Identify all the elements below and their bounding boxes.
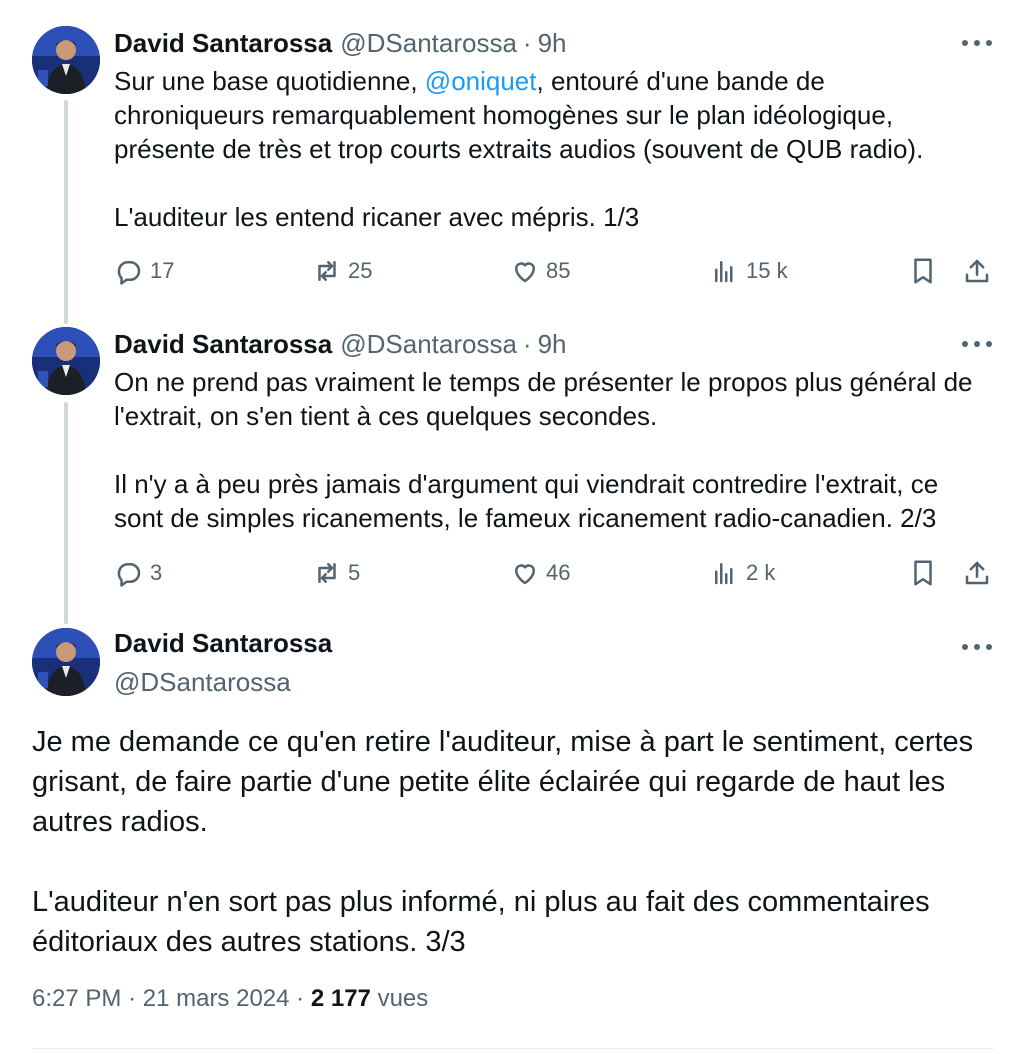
views-button[interactable]: 2 k (710, 556, 775, 590)
tweet-header: David Santarossa @DSantarossa (114, 628, 332, 698)
reply-count: 3 (150, 560, 163, 585)
reply-icon (117, 261, 141, 285)
reply-button[interactable]: 3 (114, 556, 162, 590)
separator: · (522, 27, 532, 58)
tweet-header: David Santarossa @DSantarossa · 9h (114, 26, 986, 60)
reply-count: 17 (150, 258, 175, 283)
views-total: 2 177 (310, 985, 371, 1012)
retweet-count: 5 (348, 560, 361, 585)
mention-link[interactable]: @oniquet (425, 66, 537, 96)
post-time[interactable]: 6:27 PM (32, 985, 121, 1012)
text-line: Je me demande ce qu'en retire l'auditeur… (32, 726, 974, 758)
separator: · (522, 328, 532, 359)
author-name[interactable]: David Santarossa (114, 628, 332, 659)
retweet-button[interactable]: 5 (312, 556, 360, 590)
retweet-count: 25 (348, 258, 373, 283)
views-icon (715, 261, 733, 283)
bookmark-button[interactable] (908, 556, 938, 590)
text-line: On ne prend pas vraiment le temps de pré… (114, 367, 973, 397)
tweet-text: Sur une base quotidienne, @oniquet, ento… (114, 64, 996, 234)
text-line: chroniqueurs remarquablement homogènes s… (114, 100, 894, 130)
like-count: 85 (546, 258, 571, 283)
text-line: L'auditeur les entend ricaner avec mépri… (114, 202, 640, 232)
share-icon (965, 561, 989, 585)
author-name[interactable]: David Santarossa (114, 329, 332, 360)
text-line: autres radios. (32, 806, 208, 838)
thread-line (64, 100, 68, 324)
views-button[interactable]: 15 k (710, 254, 788, 288)
retweet-button[interactable]: 25 (312, 254, 372, 288)
more-icon[interactable] (962, 337, 992, 351)
avatar[interactable] (32, 327, 100, 395)
text-line: L'auditeur n'en sort pas plus informé, n… (32, 886, 930, 918)
timestamp[interactable]: 9h (538, 329, 567, 360)
like-button[interactable]: 85 (510, 254, 570, 288)
like-button[interactable]: 46 (510, 556, 570, 590)
views-label: vues (377, 985, 429, 1012)
thread-line (64, 402, 68, 624)
tweet-header: David Santarossa @DSantarossa · 9h (114, 327, 986, 361)
tweet-meta: 6:27 PM · 21 mars 2024 · 2 177 vues (32, 985, 428, 1013)
views-count: 15 k (746, 258, 788, 283)
text-line: présente de très et trop courts extraits… (114, 134, 924, 164)
reply-button[interactable]: 17 (114, 254, 174, 288)
text-line: éditoriaux des autres stations. 3/3 (32, 926, 466, 958)
share-button[interactable] (962, 556, 992, 590)
action-bar: 3 5 46 2 k (114, 556, 996, 590)
share-button[interactable] (962, 254, 992, 288)
more-icon[interactable] (962, 640, 992, 654)
timestamp[interactable]: 9h (538, 28, 567, 59)
bookmark-button[interactable] (908, 254, 938, 288)
tweet-text: On ne prend pas vraiment le temps de pré… (114, 365, 996, 535)
separator: · (128, 985, 137, 1012)
avatar[interactable] (32, 628, 100, 696)
bookmark-icon (914, 560, 932, 586)
author-handle[interactable]: @DSantarossa (340, 329, 517, 360)
like-icon (515, 262, 535, 283)
text-line: l'extrait, on s'en tient à ces quelques … (114, 401, 658, 431)
retweet-icon (318, 261, 336, 281)
text-line: Sur une base quotidienne, @oniquet, ento… (114, 66, 825, 96)
avatar[interactable] (32, 26, 100, 94)
more-icon[interactable] (962, 36, 992, 50)
like-count: 46 (546, 560, 571, 585)
share-icon (965, 259, 989, 283)
action-bar: 17 25 85 15 k (114, 254, 996, 288)
text-line: sont de simples ricanements, le fameux r… (114, 503, 937, 533)
views-icon (715, 563, 733, 585)
like-icon (515, 564, 535, 585)
reply-icon (117, 563, 141, 587)
tweet-text: Je me demande ce qu'en retire l'auditeur… (32, 722, 996, 962)
author-name[interactable]: David Santarossa (114, 28, 332, 59)
bookmark-icon (914, 258, 932, 284)
text-line: grisant, de faire partie d'une petite él… (32, 766, 946, 798)
author-handle[interactable]: @DSantarossa (114, 667, 332, 698)
separator: · (296, 985, 305, 1012)
views-count: 2 k (746, 560, 776, 585)
retweet-icon (318, 563, 336, 583)
divider (32, 1048, 994, 1049)
author-handle[interactable]: @DSantarossa (340, 28, 517, 59)
post-date[interactable]: 21 mars 2024 (143, 985, 290, 1012)
text-line: Il n'y a à peu près jamais d'argument qu… (114, 469, 939, 499)
